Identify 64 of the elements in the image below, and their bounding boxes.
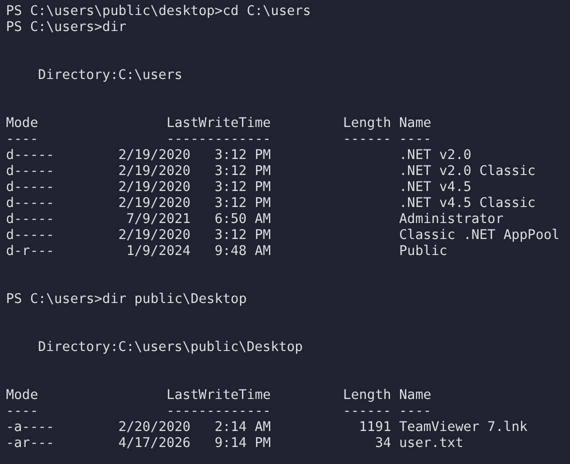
command-text: dir [102,20,126,36]
column-header: LastWriteTime [166,388,271,404]
time-cell: 3:12 PM [214,228,271,244]
mode-cell: d----- [6,196,54,212]
header-underline: ------------- [166,404,271,420]
directory-label: Directory: [38,340,118,356]
prompt: PS C:\users\public\desktop> [6,4,223,20]
column-header: Mode [6,116,38,132]
name-cell: TeamViewer 7.lnk [399,420,528,436]
name-cell: .NET v4.5 [399,180,472,196]
name-cell: .NET v2.0 [399,148,472,164]
length-cell: 34 [375,436,392,452]
column-header: Length [342,116,392,132]
header-underline: ---- [399,132,432,148]
directory-path: C:\users [118,68,182,84]
header-underline: ---- [399,404,432,420]
prompt: PS C:\users> [6,292,102,308]
command-text: cd C:\users [222,4,311,20]
date-cell: 2/19/2020 [118,228,191,244]
length-cell: 1191 [359,420,392,436]
name-cell: user.txt [399,436,464,452]
column-header: Mode [6,388,38,404]
name-cell: .NET v2.0 Classic [399,164,536,180]
date-cell: 2/19/2020 [118,148,191,164]
name-cell: Administrator [399,212,504,228]
name-cell: Classic .NET AppPool [399,228,560,244]
time-cell: 9:14 PM [214,436,271,452]
date-cell: 2/20/2020 [118,420,191,436]
time-cell: 2:14 AM [214,420,271,436]
directory-path: C:\users\public\Desktop [118,340,303,356]
column-header: Name [399,388,432,404]
name-cell: .NET v4.5 Classic [399,196,536,212]
mode-cell: d----- [6,180,54,196]
mode-cell: -ar--- [6,436,54,452]
header-underline: ------ [342,132,392,148]
command-text: dir public\Desktop [102,292,247,308]
time-cell: 6:50 AM [214,212,271,228]
mode-cell: d-r--- [6,244,54,260]
column-header: LastWriteTime [166,116,271,132]
directory-label: Directory: [38,68,118,84]
date-cell: 2/19/2020 [118,196,191,212]
column-header: Length [342,388,392,404]
header-underline: ---- [6,404,38,420]
mode-cell: d----- [6,164,54,180]
date-cell: 7/9/2021 [126,212,191,228]
header-underline: ------ [342,404,392,420]
time-cell: 3:12 PM [214,164,271,180]
name-cell: Public [399,244,448,260]
mode-cell: d----- [6,148,54,164]
header-underline: ------------- [166,132,271,148]
date-cell: 4/17/2026 [118,436,191,452]
date-cell: 2/19/2020 [118,180,191,196]
time-cell: 3:12 PM [214,148,271,164]
prompt: PS C:\users> [6,20,102,36]
time-cell: 9:48 AM [214,244,271,260]
date-cell: 1/9/2024 [126,244,191,260]
mode-cell: d----- [6,228,54,244]
time-cell: 3:12 PM [214,196,271,212]
time-cell: 3:12 PM [214,180,271,196]
mode-cell: -a---- [6,420,54,436]
header-underline: ---- [6,132,38,148]
date-cell: 2/19/2020 [118,164,191,180]
column-header: Name [399,116,432,132]
mode-cell: d----- [6,212,54,228]
